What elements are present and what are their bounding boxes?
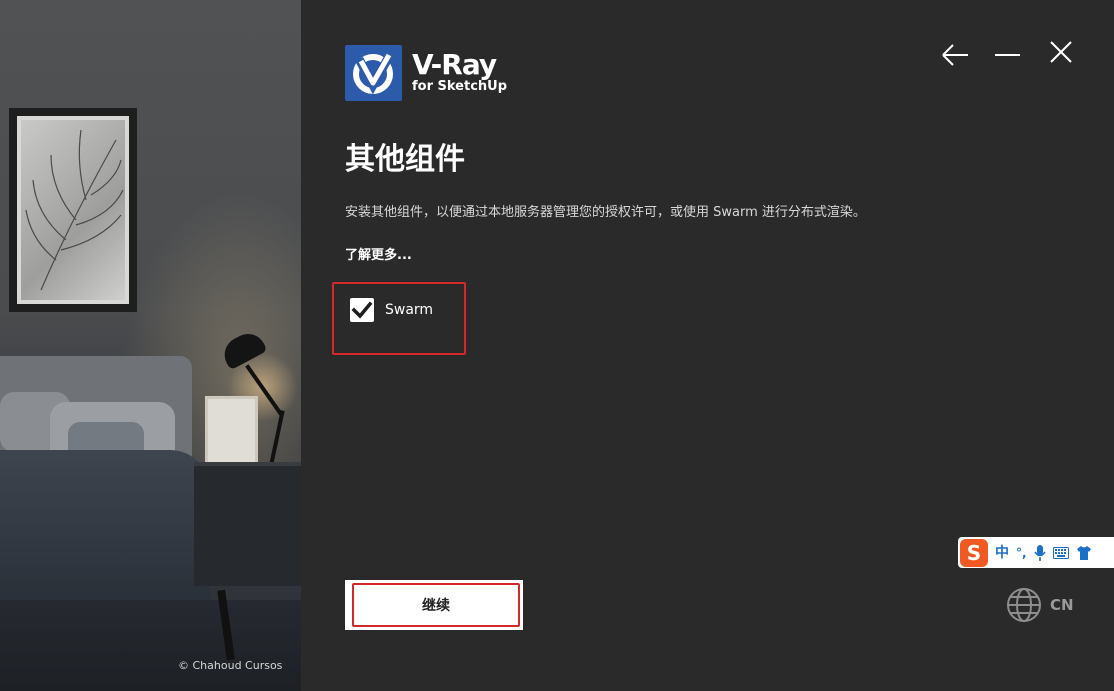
- keyboard-icon[interactable]: [1052, 546, 1069, 559]
- close-icon: [1050, 41, 1072, 63]
- frame-artwork: [21, 120, 125, 300]
- logo-title: V-Ray: [412, 48, 497, 81]
- swarm-checkbox[interactable]: [350, 298, 374, 322]
- back-button[interactable]: [938, 38, 972, 68]
- globe-icon: [1007, 588, 1041, 622]
- photo-credit: © Chahoud Cursos: [178, 659, 283, 672]
- continue-button-label: 继续: [422, 598, 450, 614]
- palm-leaf-illustration: [25, 129, 124, 291]
- skin-shirt-icon[interactable]: [1076, 545, 1092, 560]
- close-button[interactable]: [1044, 38, 1078, 68]
- swarm-label: Swarm: [385, 302, 434, 318]
- wall-picture-frame: [9, 108, 137, 312]
- page-description: 安装其他组件，以便通过本地服务器管理您的授权许可，或使用 Swarm 进行分布式…: [345, 205, 866, 220]
- checkmark-icon: [351, 301, 373, 319]
- ime-punctuation-toggle[interactable]: °,: [1016, 539, 1027, 567]
- floor: [0, 600, 301, 691]
- minimize-icon: [995, 54, 1020, 56]
- logo-subtitle: for SketchUp: [412, 79, 508, 94]
- small-picture-frame: [205, 396, 258, 466]
- bedroom-photo: © Chahoud Cursos: [0, 0, 301, 691]
- ime-toolbar[interactable]: S 中 °,: [958, 537, 1114, 568]
- language-label: CN: [1050, 596, 1074, 614]
- bed-duvet: [0, 450, 210, 625]
- language-selector[interactable]: CN: [1006, 587, 1074, 623]
- minimize-button[interactable]: [991, 38, 1025, 68]
- ime-mode-toggle[interactable]: 中: [995, 539, 1009, 567]
- continue-button[interactable]: 继续: [352, 583, 520, 627]
- page-title: 其他组件: [345, 142, 465, 177]
- nightstand: [194, 462, 301, 586]
- microphone-icon[interactable]: [1033, 544, 1046, 562]
- arrow-left-icon: [942, 44, 968, 66]
- ime-logo-icon[interactable]: S: [960, 538, 988, 567]
- learn-more-link[interactable]: 了解更多...: [345, 247, 412, 265]
- vray-logo-icon: [345, 45, 402, 101]
